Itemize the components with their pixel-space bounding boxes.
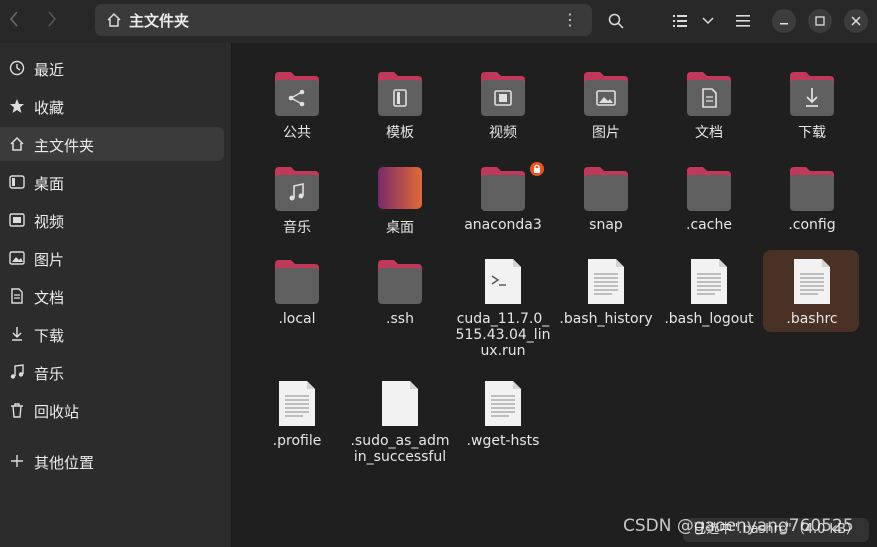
sidebar-item-starred[interactable]: 收藏: [0, 89, 224, 123]
sidebar-item-label: 最近: [34, 61, 65, 79]
text-file-icon: [279, 381, 315, 426]
text-file-icon: [794, 259, 830, 304]
kebab-menu-icon[interactable]: ⋮: [562, 10, 578, 29]
sidebar-item-label: 主文件夹: [34, 137, 95, 155]
folder-icon: [584, 167, 628, 211]
music-icon: [9, 364, 25, 380]
maximize-icon: [815, 16, 825, 26]
file-label: 公共: [283, 125, 311, 141]
file-label: .sudo_as_admin_successful: [350, 433, 450, 465]
path-title: 主文件夹: [129, 12, 190, 30]
file-label: 视频: [489, 125, 517, 141]
sidebar-item-label: 图片: [34, 251, 65, 269]
text-file-icon: [691, 259, 727, 304]
sidebar-item-desktop[interactable]: 桌面: [0, 165, 224, 199]
search-icon: [608, 13, 624, 29]
file-label: .cache: [686, 217, 732, 233]
file-label: snap: [589, 217, 623, 233]
trash-icon: [9, 402, 25, 418]
folder-music-icon: [275, 167, 319, 211]
text-file-icon: [588, 259, 624, 304]
document-icon: [9, 288, 25, 304]
desktop-folder-icon: [378, 167, 422, 209]
download-icon: [9, 326, 25, 342]
forward-button[interactable]: [42, 11, 62, 31]
clock-icon: [9, 60, 25, 76]
file-label: .bash_logout: [664, 311, 754, 327]
video-icon: [9, 212, 25, 228]
folder-pictures-icon: [584, 72, 628, 116]
file-label: 文档: [695, 125, 723, 141]
home-icon: [9, 136, 25, 152]
watermark: CSDN @gaoenyang760525: [623, 516, 854, 536]
folder-downloads-icon: [790, 72, 834, 116]
file-label: anaconda3: [464, 217, 542, 233]
sidebar-item-label: 收藏: [34, 99, 65, 117]
plus-icon: [9, 453, 25, 469]
folder-icon: [687, 167, 731, 211]
minimize-button[interactable]: [772, 9, 796, 33]
file-label: .wget-hsts: [466, 433, 540, 449]
close-icon: [851, 16, 861, 26]
folder-icon: [378, 260, 422, 304]
sidebar-item-label: 桌面: [34, 175, 65, 193]
file-label: .bash_history: [559, 311, 653, 327]
list-view-icon: [673, 15, 687, 27]
sidebar-item-label: 回收站: [34, 403, 80, 421]
blank-file-icon: [382, 381, 418, 426]
folder-documents-icon: [687, 72, 731, 116]
hamburger-icon: [736, 15, 750, 27]
file-label: 下载: [798, 125, 826, 141]
text-file-icon: [485, 381, 521, 426]
maximize-button[interactable]: [808, 9, 832, 33]
script-file-icon: [485, 259, 521, 304]
forward-icon: [48, 11, 57, 27]
file-label: 音乐: [283, 220, 311, 236]
sidebar-item-home[interactable]: 主文件夹: [0, 127, 224, 161]
star-icon: [9, 98, 25, 114]
minimize-icon: [780, 23, 788, 25]
sidebar-item-videos[interactable]: 视频: [0, 203, 224, 237]
main-menu-button[interactable]: [731, 9, 755, 33]
sidebar-item-label: 文档: [34, 289, 65, 307]
file-label: 桌面: [386, 220, 414, 236]
file-label: .bashrc: [786, 311, 838, 327]
file-label: 图片: [592, 125, 620, 141]
back-icon: [9, 11, 18, 27]
file-label: .config: [788, 217, 836, 233]
folder-videos-icon: [481, 72, 525, 116]
image-icon: [9, 250, 25, 266]
folder-public-icon: [275, 72, 319, 116]
home-icon: [106, 12, 122, 28]
view-list-button[interactable]: [668, 9, 692, 33]
sidebar-item-label: 视频: [34, 213, 65, 231]
chevron-down-icon: [702, 17, 714, 25]
file-label: 模板: [386, 125, 414, 141]
folder-icon: [481, 167, 525, 211]
sidebar-item-label: 音乐: [34, 365, 65, 383]
sidebar-item-pictures[interactable]: 图片: [0, 241, 224, 275]
file-label: .ssh: [386, 311, 414, 327]
folder-icon: [275, 260, 319, 304]
back-button[interactable]: [4, 11, 24, 31]
sidebar-item-label: 其他位置: [34, 454, 95, 472]
file-label: cuda_11.7.0_515.43.04_linux.run: [455, 311, 551, 359]
sidebar-item-recent[interactable]: 最近: [0, 51, 224, 85]
sidebar-item-documents[interactable]: 文档: [0, 279, 224, 313]
close-button[interactable]: [844, 9, 868, 33]
sidebar-item-trash[interactable]: 回收站: [0, 393, 224, 427]
view-options-button[interactable]: [696, 9, 720, 33]
sidebar-item-other-locations[interactable]: 其他位置: [0, 444, 224, 478]
path-bar[interactable]: 主文件夹 ⋮: [95, 4, 592, 36]
file-label: .profile: [272, 433, 322, 449]
sidebar-item-music[interactable]: 音乐: [0, 355, 224, 389]
sidebar-item-downloads[interactable]: 下载: [0, 317, 224, 351]
search-button[interactable]: [604, 9, 628, 33]
folder-templates-icon: [378, 72, 422, 116]
desktop-icon: [9, 174, 25, 190]
folder-icon: [790, 167, 834, 211]
lock-icon: [530, 162, 544, 176]
sidebar-item-label: 下载: [34, 327, 65, 345]
file-label: .local: [278, 311, 316, 327]
